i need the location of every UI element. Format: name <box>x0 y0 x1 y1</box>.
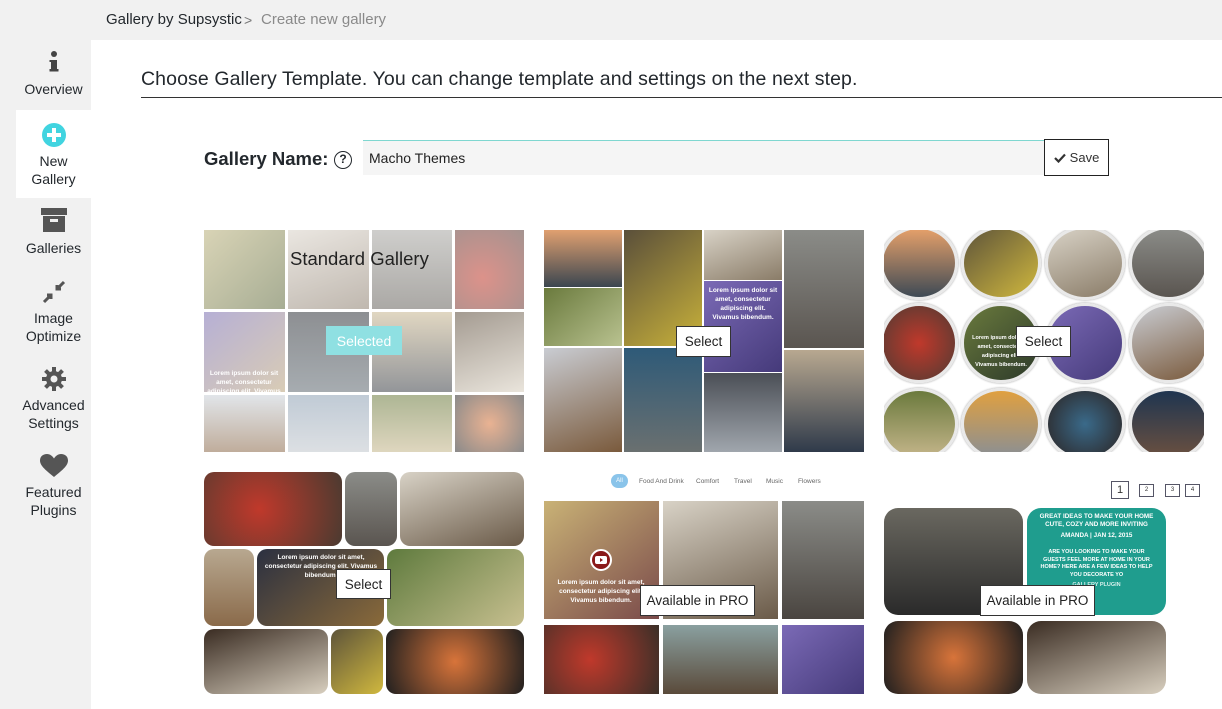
page-title: Choose Gallery Template. You can change … <box>141 68 858 90</box>
thumbnail-flowers <box>782 625 864 694</box>
sidebar-item-overview[interactable]: Overview <box>16 50 91 108</box>
sidebar-item-advanced-settings[interactable]: Advanced Settings <box>16 367 91 433</box>
sidebar-item-label-line1: Advanced <box>22 397 85 413</box>
thumbnail-lemons <box>961 230 1041 300</box>
sidebar-item-label-line1: Image <box>34 310 73 326</box>
thumbnail-cat <box>1045 230 1125 300</box>
filter-tab-travel[interactable]: Travel <box>734 478 752 485</box>
thumbnail-teapot <box>544 288 622 346</box>
archive-box-icon <box>40 208 67 232</box>
breadcrumb-separator: > <box>244 12 253 28</box>
thumbnail-piano <box>204 629 328 694</box>
template-rounded-collage[interactable]: Lorem ipsum dolor sit amet, consectetur … <box>204 472 524 694</box>
thumbnail-street <box>784 230 864 348</box>
template-circles[interactable]: Lorem ipsum dolor sit amet, consectetur … <box>884 230 1204 452</box>
sidebar: Overview New Gallery Galleries Image Opt… <box>0 40 91 709</box>
thumbnail-cookies <box>204 549 254 626</box>
thumbnail-street <box>345 472 397 546</box>
breadcrumb-root-link[interactable]: Gallery by Supsystic <box>106 11 242 28</box>
plus-circle-icon <box>41 123 66 147</box>
thumbnail-teapot <box>387 549 524 626</box>
card-body: ARE YOU LOOKING TO MAKE YOUR GUESTS FEEL… <box>1040 549 1153 578</box>
available-in-pro-label: Available in PRO <box>640 585 755 616</box>
template-categories[interactable]: All Food And Drink Comfort Travel Music … <box>544 470 864 694</box>
thumbnail-lemons <box>331 629 383 694</box>
card-byline: AMANDA | JAN 12, 2015 <box>1060 532 1133 539</box>
thumbnail-berries <box>204 472 342 546</box>
thumbnail-tram <box>544 230 622 287</box>
sidebar-item-new-gallery[interactable]: New Gallery <box>16 110 91 198</box>
thumbnail-berries <box>884 303 958 383</box>
save-button-label: Save <box>1069 150 1100 165</box>
breadcrumb: Gallery by Supsystic > Create new galler… <box>0 0 1222 40</box>
sidebar-item-label-line1: New <box>39 153 68 169</box>
page-1-button[interactable]: 1 <box>1111 481 1129 499</box>
thumbnail-caption: Lorem ipsum dolor sit amet, consectetur … <box>708 287 778 321</box>
select-button[interactable]: Select <box>676 326 731 357</box>
sidebar-item-image-optimize[interactable]: Image Optimize <box>16 280 91 346</box>
filter-tab-comfort[interactable]: Comfort <box>696 478 719 485</box>
check-icon <box>1053 153 1066 163</box>
selected-badge: Selected <box>326 326 402 355</box>
template-title: Standard Gallery <box>290 248 429 269</box>
sidebar-item-label-line2: Optimize <box>25 328 82 344</box>
filter-tab-flowers[interactable]: Flowers <box>798 478 821 485</box>
gear-icon <box>41 367 66 391</box>
filter-tab-all[interactable]: All <box>611 474 628 488</box>
sidebar-item-galleries[interactable]: Galleries <box>16 208 91 260</box>
card-title: GREAT IDEAS TO MAKE YOUR HOME CUTE, COZY… <box>1039 513 1154 528</box>
thumbnail-tram <box>884 230 958 300</box>
sidebar-item-label-line2: Settings <box>28 415 79 431</box>
help-icon[interactable]: ? <box>334 151 352 169</box>
breadcrumb-current: Create new gallery <box>261 11 387 28</box>
page-3-button[interactable]: 3 <box>1165 484 1180 497</box>
page-4-button[interactable]: 4 <box>1185 484 1200 497</box>
select-button[interactable]: Select <box>336 569 391 599</box>
filter-tab-food[interactable]: Food And Drink <box>639 478 684 485</box>
template-mosaic[interactable]: Lorem ipsum dolor sit amet, consectetur … <box>544 230 864 452</box>
thumbnail-teapot <box>663 625 778 694</box>
info-icon <box>49 51 58 72</box>
filter-tab-music[interactable]: Music <box>766 478 783 485</box>
thumbnail-cup <box>1045 388 1125 452</box>
thumbnail-pier <box>784 350 864 452</box>
thumbnail-cat <box>704 230 782 280</box>
sidebar-item-label: Galleries <box>25 240 82 256</box>
thumbnail-cookies <box>1129 303 1204 383</box>
heading-divider <box>141 97 1222 98</box>
heart-icon <box>39 454 68 477</box>
thumbnail-teapot-2 <box>884 388 958 452</box>
play-icon <box>595 556 607 564</box>
compress-arrows-icon <box>42 280 65 304</box>
sidebar-item-label-line2: Gallery <box>31 171 76 187</box>
template-standard-gallery[interactable]: Lorem ipsum dolor sit amet, consectetur … <box>204 230 524 452</box>
sidebar-item-label-line1: Featured <box>25 484 82 500</box>
thumbnail-street <box>782 501 864 619</box>
save-button[interactable]: Save <box>1044 139 1109 176</box>
thumbnail-berries <box>544 625 659 694</box>
template-posts[interactable]: 1 2 3 4 GREAT IDEAS TO MAKE YOUR HOME CU… <box>884 474 1204 694</box>
gallery-name-input[interactable] <box>363 140 1044 175</box>
video-play-icon <box>590 549 612 571</box>
thumbnail-spices <box>884 621 1023 694</box>
gallery-name-label: Gallery Name: <box>204 148 329 169</box>
page-2-button[interactable]: 2 <box>1139 484 1154 497</box>
select-button[interactable]: Select <box>1016 326 1071 357</box>
thumbnail-cookies <box>544 348 622 452</box>
thumbnail-laptop <box>624 348 702 452</box>
sidebar-item-label: Overview <box>24 81 83 97</box>
thumbnail-car <box>961 388 1041 452</box>
thumbnail-street <box>1129 230 1204 300</box>
thumbnail-caption: Lorem ipsum dolor sit amet, consectetur … <box>557 579 645 604</box>
sidebar-item-featured-plugins[interactable]: Featured Plugins <box>16 454 91 524</box>
thumbnail-spices <box>386 629 524 694</box>
thumbnail-cat <box>400 472 524 546</box>
sidebar-item-label-line2: Plugins <box>30 502 77 518</box>
thumbnail-house <box>1129 388 1204 452</box>
thumbnail-piano <box>1027 621 1166 694</box>
thumbnail-jar <box>704 373 782 452</box>
available-in-pro-label: Available in PRO <box>980 585 1095 616</box>
